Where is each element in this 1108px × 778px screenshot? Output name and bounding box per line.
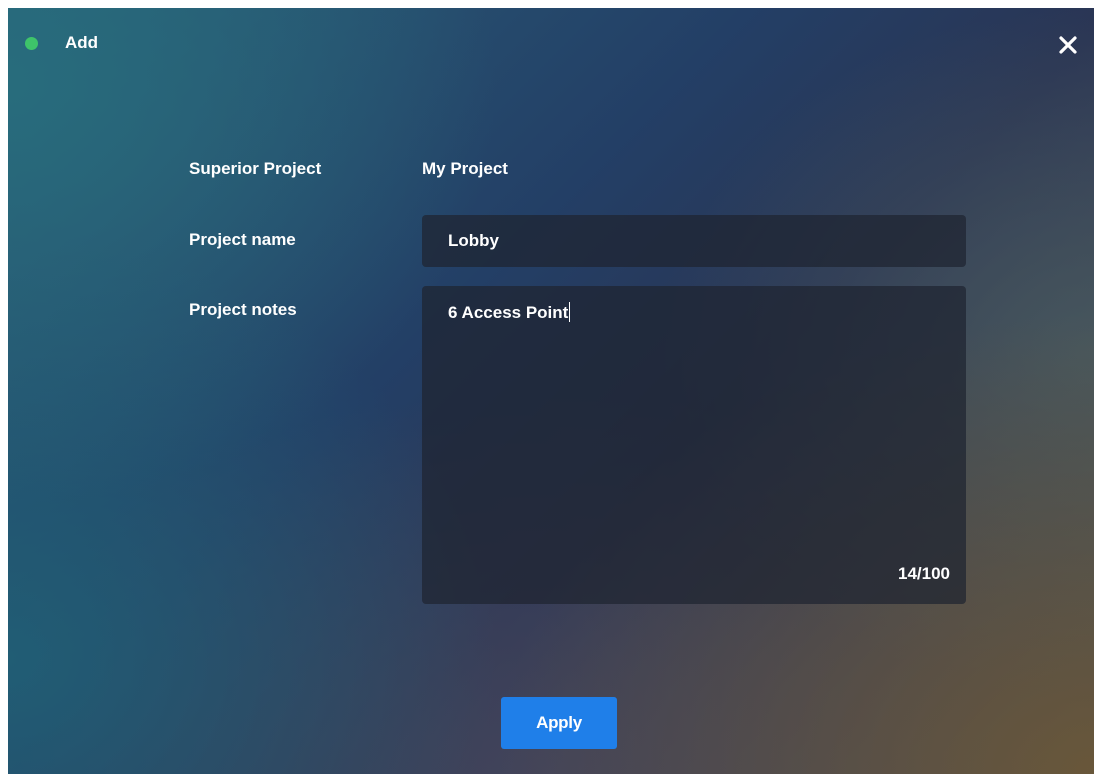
project-notes-label: Project notes: [189, 300, 297, 319]
close-icon: [1059, 36, 1077, 54]
project-name-value: Lobby: [448, 231, 499, 250]
add-project-dialog: Add Superior Project My Project Project …: [8, 8, 1094, 774]
project-notes-textarea[interactable]: 6 Access Point 14/100: [422, 286, 966, 604]
dialog-title: Add: [65, 33, 99, 52]
text-caret: [569, 302, 571, 322]
status-dot-icon: [25, 37, 38, 50]
apply-button[interactable]: Apply: [501, 697, 617, 749]
project-name-label: Project name: [189, 230, 296, 249]
char-count: 14/100: [898, 564, 950, 583]
close-button[interactable]: [1054, 31, 1082, 59]
project-notes-value: 6 Access Point: [448, 303, 569, 322]
dialog-header: Add: [8, 8, 1094, 80]
project-notes-text: 6 Access Point: [448, 302, 571, 323]
project-name-input[interactable]: Lobby: [422, 215, 966, 267]
superior-project-label: Superior Project: [189, 159, 322, 178]
superior-project-value: My Project: [422, 159, 508, 178]
